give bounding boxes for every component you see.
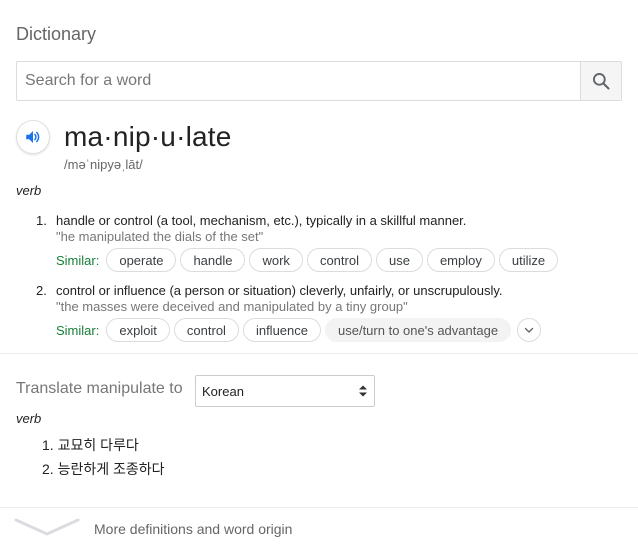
search-bar (16, 61, 622, 101)
translate-label: Translate manipulate to (16, 380, 183, 397)
definition-text: handle or control (a tool, mechanism, et… (56, 213, 467, 228)
similar-label: Similar: (56, 322, 100, 338)
definition-2: 2. control or influence (a person or sit… (36, 283, 626, 342)
more-definitions-label: More definitions and word origin (94, 521, 293, 537)
expand-chevron-icon (14, 518, 80, 536)
similar-chip-use-turn[interactable]: use/turn to one's advantage (325, 318, 512, 342)
definition-text: control or influence (a person or situat… (56, 283, 503, 298)
similar-chip-use[interactable]: use (375, 248, 423, 272)
translation-number: 1. (42, 437, 54, 453)
similar-chip-control[interactable]: control (173, 318, 239, 342)
similar-label: Similar: (56, 252, 100, 268)
definition-1: 1. handle or control (a tool, mechanism,… (36, 213, 626, 272)
dictionary-card: Dictionary ma·nip·u·late /məˈnipyəˌlāt/ … (0, 0, 638, 548)
chevron-down-icon (524, 327, 534, 333)
translation-item: 1. 교묘히 다루다 (42, 435, 165, 459)
similar-chip-work[interactable]: work (249, 248, 303, 272)
section-divider (0, 353, 638, 354)
expand-similar-button[interactable] (517, 318, 542, 342)
similar-chip-influence[interactable]: influence (242, 318, 321, 342)
translation-item: 2. 능란하게 조종하다 (42, 459, 165, 483)
search-input[interactable] (17, 62, 580, 100)
pronunciation-play-button[interactable] (16, 120, 50, 154)
speaker-icon (26, 131, 40, 143)
similar-words: Similar: operate handle work control use… (56, 248, 626, 272)
definition-example: "he manipulated the dials of the set" (56, 229, 264, 244)
language-select[interactable]: Korean (195, 375, 375, 407)
search-icon (593, 73, 610, 90)
more-definitions-link[interactable]: More definitions and word origin (0, 508, 638, 548)
similar-chip-exploit[interactable]: exploit (106, 318, 170, 342)
definition-example: "the masses were deceived and manipulate… (56, 299, 408, 314)
translation-text: 능란하게 조종하다 (57, 461, 165, 477)
similar-chip-handle[interactable]: handle (180, 248, 246, 272)
translation-number: 2. (42, 461, 54, 477)
headword: ma·nip·u·late (64, 121, 232, 152)
definition-number: 1. (36, 213, 47, 228)
select-arrows-icon (359, 385, 367, 397)
similar-chip-employ[interactable]: employ (426, 248, 495, 272)
part-of-speech: verb (16, 183, 42, 198)
panel-title: Dictionary (16, 24, 97, 44)
pronunciation: /məˈnipyəˌlāt/ (64, 157, 143, 172)
definition-number: 2. (36, 283, 47, 298)
translation-part-of-speech: verb (16, 411, 42, 426)
similar-chip-utilize[interactable]: utilize (498, 248, 559, 272)
similar-chip-control[interactable]: control (306, 248, 372, 272)
selected-language: Korean (202, 383, 244, 399)
translation-list: 1. 교묘히 다루다 2. 능란하게 조종하다 (42, 435, 165, 483)
search-button[interactable] (580, 62, 621, 100)
similar-words: Similar: exploit control influence use/t… (56, 318, 626, 342)
translation-text: 교묘히 다루다 (57, 437, 139, 453)
similar-chip-operate[interactable]: operate (106, 248, 177, 272)
